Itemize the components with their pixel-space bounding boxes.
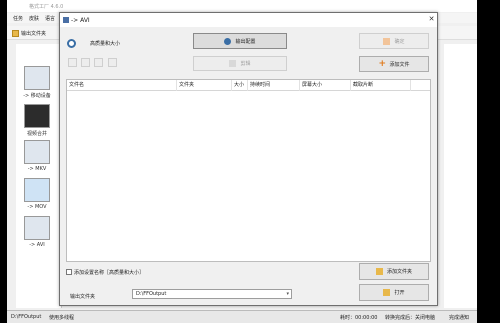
menu-skin[interactable]: 皮肤 bbox=[29, 15, 39, 22]
ok-label: 确定 bbox=[394, 38, 405, 45]
sidebar-item-mkv[interactable]: -> MKV bbox=[18, 140, 56, 172]
clip-label: 剪辑 bbox=[240, 61, 251, 67]
remove-icon[interactable] bbox=[81, 58, 90, 67]
add-setting-name-label: 添加设置名称［高质量和大小］ bbox=[74, 270, 145, 276]
output-folder-value: D:\FFOutput bbox=[136, 291, 167, 297]
sidebar-item-label: 视频合并 bbox=[26, 131, 47, 137]
sidebar-item-label: -> MKV bbox=[27, 166, 47, 172]
mkv-icon bbox=[24, 140, 50, 164]
column-filename[interactable]: 文件名 bbox=[67, 80, 177, 91]
column-screen-size[interactable]: 屏幕大小 bbox=[300, 80, 351, 91]
sidebar-item-mobile[interactable]: -> 移动设备 bbox=[18, 66, 56, 99]
clear-icon[interactable] bbox=[108, 58, 117, 67]
notify-toggle[interactable]: 完成通知 bbox=[449, 314, 469, 321]
sidebar-item-label: -> 移动设备 bbox=[23, 93, 51, 99]
menu-task[interactable]: 任务 bbox=[13, 15, 23, 22]
dialog-title: -> AVI bbox=[71, 17, 90, 24]
column-folder[interactable]: 文件夹 bbox=[177, 80, 232, 91]
status-output-path[interactable]: D:\FFOutput bbox=[11, 314, 41, 320]
add-folder-label: 添加文件夹 bbox=[386, 269, 412, 275]
open-label: 打开 bbox=[394, 290, 405, 296]
open-folder-icon bbox=[383, 289, 391, 296]
sidebar-item-video-merge[interactable]: 视频合并 bbox=[18, 104, 56, 137]
close-icon[interactable]: ✕ bbox=[427, 15, 436, 24]
output-config-button[interactable]: 输出配置 bbox=[193, 33, 287, 49]
scissors-icon bbox=[229, 60, 237, 67]
app-title-bar: 格式工厂 4.6.0 bbox=[7, 0, 477, 12]
after-convert-action[interactable]: 转换完成后：关闭电脑 bbox=[385, 314, 435, 321]
add-file-label: 添加文件 bbox=[389, 61, 410, 68]
column-duration[interactable]: 持续时间 bbox=[248, 80, 300, 91]
ok-arrow-icon bbox=[383, 37, 391, 45]
output-config-label: 输出配置 bbox=[235, 38, 256, 45]
ok-button[interactable]: 确定 bbox=[359, 33, 429, 49]
add-file-button[interactable]: + 添加文件 bbox=[359, 56, 429, 72]
avi-icon bbox=[24, 216, 50, 240]
options-icon[interactable] bbox=[94, 58, 103, 67]
file-list-table[interactable]: 文件名 文件夹 大小 持续时间 屏幕大小 截取片断 bbox=[66, 79, 431, 262]
sidebar-item-label: -> AVI bbox=[29, 242, 45, 248]
app-title: 格式工厂 4.6.0 bbox=[29, 4, 64, 10]
elapsed-time: 耗时：00:00:00 bbox=[340, 315, 378, 321]
play-icon[interactable] bbox=[68, 58, 77, 67]
plus-icon: + bbox=[378, 58, 387, 69]
sidebar-item-label: -> MOV bbox=[27, 204, 47, 210]
quality-label: 高质量和大小 bbox=[90, 41, 121, 47]
settings-icon bbox=[224, 37, 232, 45]
sidebar-item-mov[interactable]: -> MOV bbox=[18, 178, 56, 210]
output-folder-select[interactable]: D:\FFOutput ▾ bbox=[132, 289, 292, 299]
app-icon bbox=[63, 17, 69, 23]
film-icon bbox=[24, 104, 50, 128]
status-bar: D:\FFOutput 使用多线程 耗时：00:00:00 转换完成后：关闭电脑… bbox=[7, 310, 477, 323]
task-list-edge bbox=[444, 44, 477, 308]
format-sidebar: -> 移动设备 视频合并 -> MKV -> MOV -> AVI bbox=[16, 44, 62, 308]
avi-convert-dialog: -> AVI ✕ 高质量和大小 输出配置 确定 剪辑 + 添加文件 文件名 文件… bbox=[59, 12, 438, 306]
column-clip-range[interactable]: 截取片断 bbox=[351, 80, 411, 91]
add-setting-name-checkbox[interactable] bbox=[66, 269, 72, 275]
folder-icon bbox=[12, 29, 19, 37]
mov-icon bbox=[24, 178, 50, 202]
open-folder-button[interactable]: 打开 bbox=[359, 284, 429, 301]
column-size[interactable]: 大小 bbox=[232, 80, 248, 91]
quality-profile-icon bbox=[67, 39, 76, 48]
add-folder-button[interactable]: 添加文件夹 bbox=[359, 263, 429, 280]
output-folder-toolbar-label: 输出文件夹 bbox=[21, 30, 47, 37]
sidebar-item-avi[interactable]: -> AVI bbox=[18, 216, 56, 248]
output-folder-toolbar-button[interactable]: 输出文件夹 bbox=[12, 28, 46, 38]
add-folder-icon bbox=[375, 268, 383, 275]
menu-language[interactable]: 语言 bbox=[45, 15, 55, 22]
chevron-down-icon: ▾ bbox=[286, 291, 289, 297]
output-folder-label: 输出文件夹 bbox=[70, 294, 96, 300]
dialog-title-bar: -> AVI ✕ bbox=[60, 13, 437, 27]
multi-thread-toggle[interactable]: 使用多线程 bbox=[49, 314, 74, 321]
clip-button[interactable]: 剪辑 bbox=[193, 56, 287, 71]
file-table-header: 文件名 文件夹 大小 持续时间 屏幕大小 截取片断 bbox=[67, 80, 430, 91]
mobile-device-icon bbox=[24, 66, 50, 90]
